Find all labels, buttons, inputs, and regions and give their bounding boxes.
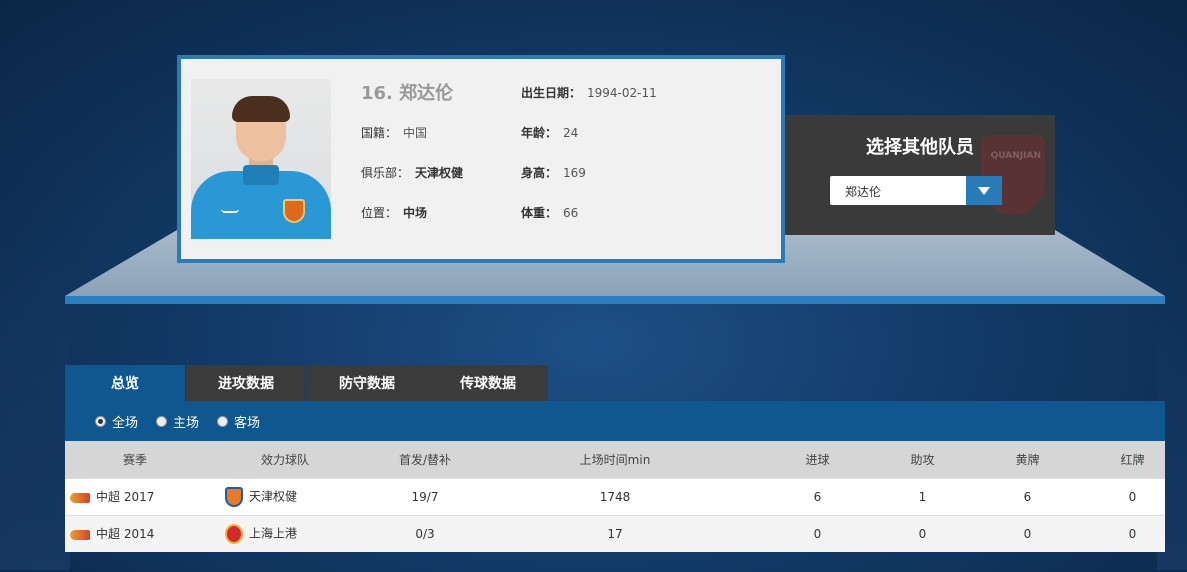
team-cell: 天津权健 bbox=[249, 489, 298, 503]
tab-attack[interactable]: 进攻数据 bbox=[186, 365, 306, 401]
position-field: 位置： 中场 bbox=[361, 204, 427, 221]
col-header-assists: 助攻 bbox=[890, 441, 955, 478]
weight-label: 体重： bbox=[521, 206, 558, 220]
stats-tabs: 总览 进攻数据 防守数据 传球数据 bbox=[65, 365, 549, 401]
starts-cell: 0/3 bbox=[365, 514, 485, 552]
player-profile-card: 16. 郑达伦 出生日期： 1994-02-11 国籍： 中国 年龄： 24 俱乐部：… bbox=[177, 55, 785, 263]
chevron-down-icon[interactable] bbox=[966, 176, 1002, 205]
table-row: 中超 2014 上海上港 0/3 17 0 0 0 0 bbox=[65, 514, 1165, 552]
tab-passing[interactable]: 传球数据 bbox=[428, 365, 548, 401]
brand-logo-icon bbox=[221, 209, 239, 213]
csl-league-icon bbox=[70, 529, 90, 540]
col-header-minutes: 上场时间min bbox=[485, 441, 745, 478]
weight-field: 体重： 66 bbox=[521, 204, 578, 221]
radio-checked-icon[interactable] bbox=[95, 416, 106, 427]
col-header-goals: 进球 bbox=[745, 441, 890, 478]
goals-cell: 6 bbox=[745, 477, 890, 515]
filter-all-label: 全场 bbox=[112, 416, 139, 431]
player-photo bbox=[191, 79, 331, 239]
player-select-value: 郑达伦 bbox=[845, 185, 882, 199]
height-value: 169 bbox=[563, 166, 586, 180]
club-value: 天津权健 bbox=[415, 166, 464, 180]
goals-cell: 0 bbox=[745, 514, 890, 552]
shanghai-sipg-crest-icon bbox=[225, 523, 243, 544]
age-value: 24 bbox=[563, 126, 579, 140]
position-value: 中场 bbox=[403, 206, 428, 220]
club-crest-icon bbox=[283, 199, 305, 223]
season-stats-table: 赛季 效力球队 首发/替补 上场时间min 进球 助攻 黄牌 红牌 中超 201… bbox=[65, 441, 1165, 552]
club-field: 俱乐部： 天津权健 bbox=[361, 164, 463, 181]
nationality-field: 国籍： 中国 bbox=[361, 124, 427, 141]
team-cell: 上海上港 bbox=[249, 526, 298, 541]
minutes-cell: 17 bbox=[485, 514, 745, 552]
radio-unchecked-icon[interactable] bbox=[156, 416, 167, 427]
club-label: 俱乐部： bbox=[361, 166, 410, 180]
minutes-cell: 1748 bbox=[485, 477, 745, 515]
age-label: 年龄： bbox=[521, 126, 558, 140]
filter-away-label: 客场 bbox=[234, 416, 261, 431]
filter-all-radio[interactable]: 全场 bbox=[95, 412, 138, 431]
table-header-row: 赛季 效力球队 首发/替补 上场时间min 进球 助攻 黄牌 红牌 bbox=[65, 441, 1165, 478]
birth-date-label: 出生日期： bbox=[521, 86, 582, 100]
select-player-panel: QUANJIAN 选择其他队员 郑达伦 bbox=[785, 115, 1055, 235]
season-cell: 中超 2017 bbox=[96, 490, 155, 504]
red-cell: 0 bbox=[1100, 477, 1165, 515]
col-header-team: 效力球队 bbox=[205, 441, 365, 478]
player-name: 16. 郑达伦 bbox=[361, 83, 454, 104]
radio-unchecked-icon[interactable] bbox=[217, 416, 228, 427]
col-header-starts: 首发/替补 bbox=[365, 441, 485, 478]
weight-value: 66 bbox=[563, 206, 579, 220]
col-header-yellow: 黄牌 bbox=[955, 441, 1100, 478]
csl-league-icon bbox=[70, 492, 90, 503]
yellow-cell: 0 bbox=[955, 514, 1100, 552]
age-field: 年龄： 24 bbox=[521, 124, 578, 141]
table-row: 中超 2017 天津权健 19/7 1748 6 1 6 0 bbox=[65, 477, 1165, 515]
select-player-title: 选择其他队员 bbox=[866, 137, 974, 158]
venue-filter-bar: 全场 主场 客场 bbox=[65, 401, 1165, 441]
col-header-season: 赛季 bbox=[65, 441, 205, 478]
starts-cell: 19/7 bbox=[365, 477, 485, 515]
assists-cell: 0 bbox=[890, 514, 955, 552]
player-select-dropdown[interactable]: 郑达伦 bbox=[830, 176, 1002, 205]
col-header-red: 红牌 bbox=[1100, 441, 1165, 478]
yellow-cell: 6 bbox=[955, 477, 1100, 515]
stadium-backdrop-left bbox=[0, 240, 70, 570]
position-label: 位置： bbox=[361, 206, 398, 220]
tianjin-quanjian-crest-icon bbox=[225, 486, 243, 507]
height-label: 身高： bbox=[521, 166, 558, 180]
assists-cell: 1 bbox=[890, 477, 955, 515]
filter-away-radio[interactable]: 客场 bbox=[217, 412, 260, 431]
birth-date-value: 1994-02-11 bbox=[587, 86, 657, 100]
birth-date-field: 出生日期： 1994-02-11 bbox=[521, 84, 657, 101]
tab-defense[interactable]: 防守数据 bbox=[307, 365, 427, 401]
filter-home-radio[interactable]: 主场 bbox=[156, 412, 199, 431]
height-field: 身高： 169 bbox=[521, 164, 586, 181]
filter-home-label: 主场 bbox=[173, 416, 200, 431]
red-cell: 0 bbox=[1100, 514, 1165, 552]
nationality-value: 中国 bbox=[403, 126, 428, 140]
tab-overview[interactable]: 总览 bbox=[65, 365, 185, 401]
platform-edge bbox=[65, 296, 1165, 304]
nationality-label: 国籍： bbox=[361, 126, 398, 140]
season-cell: 中超 2014 bbox=[96, 527, 155, 542]
